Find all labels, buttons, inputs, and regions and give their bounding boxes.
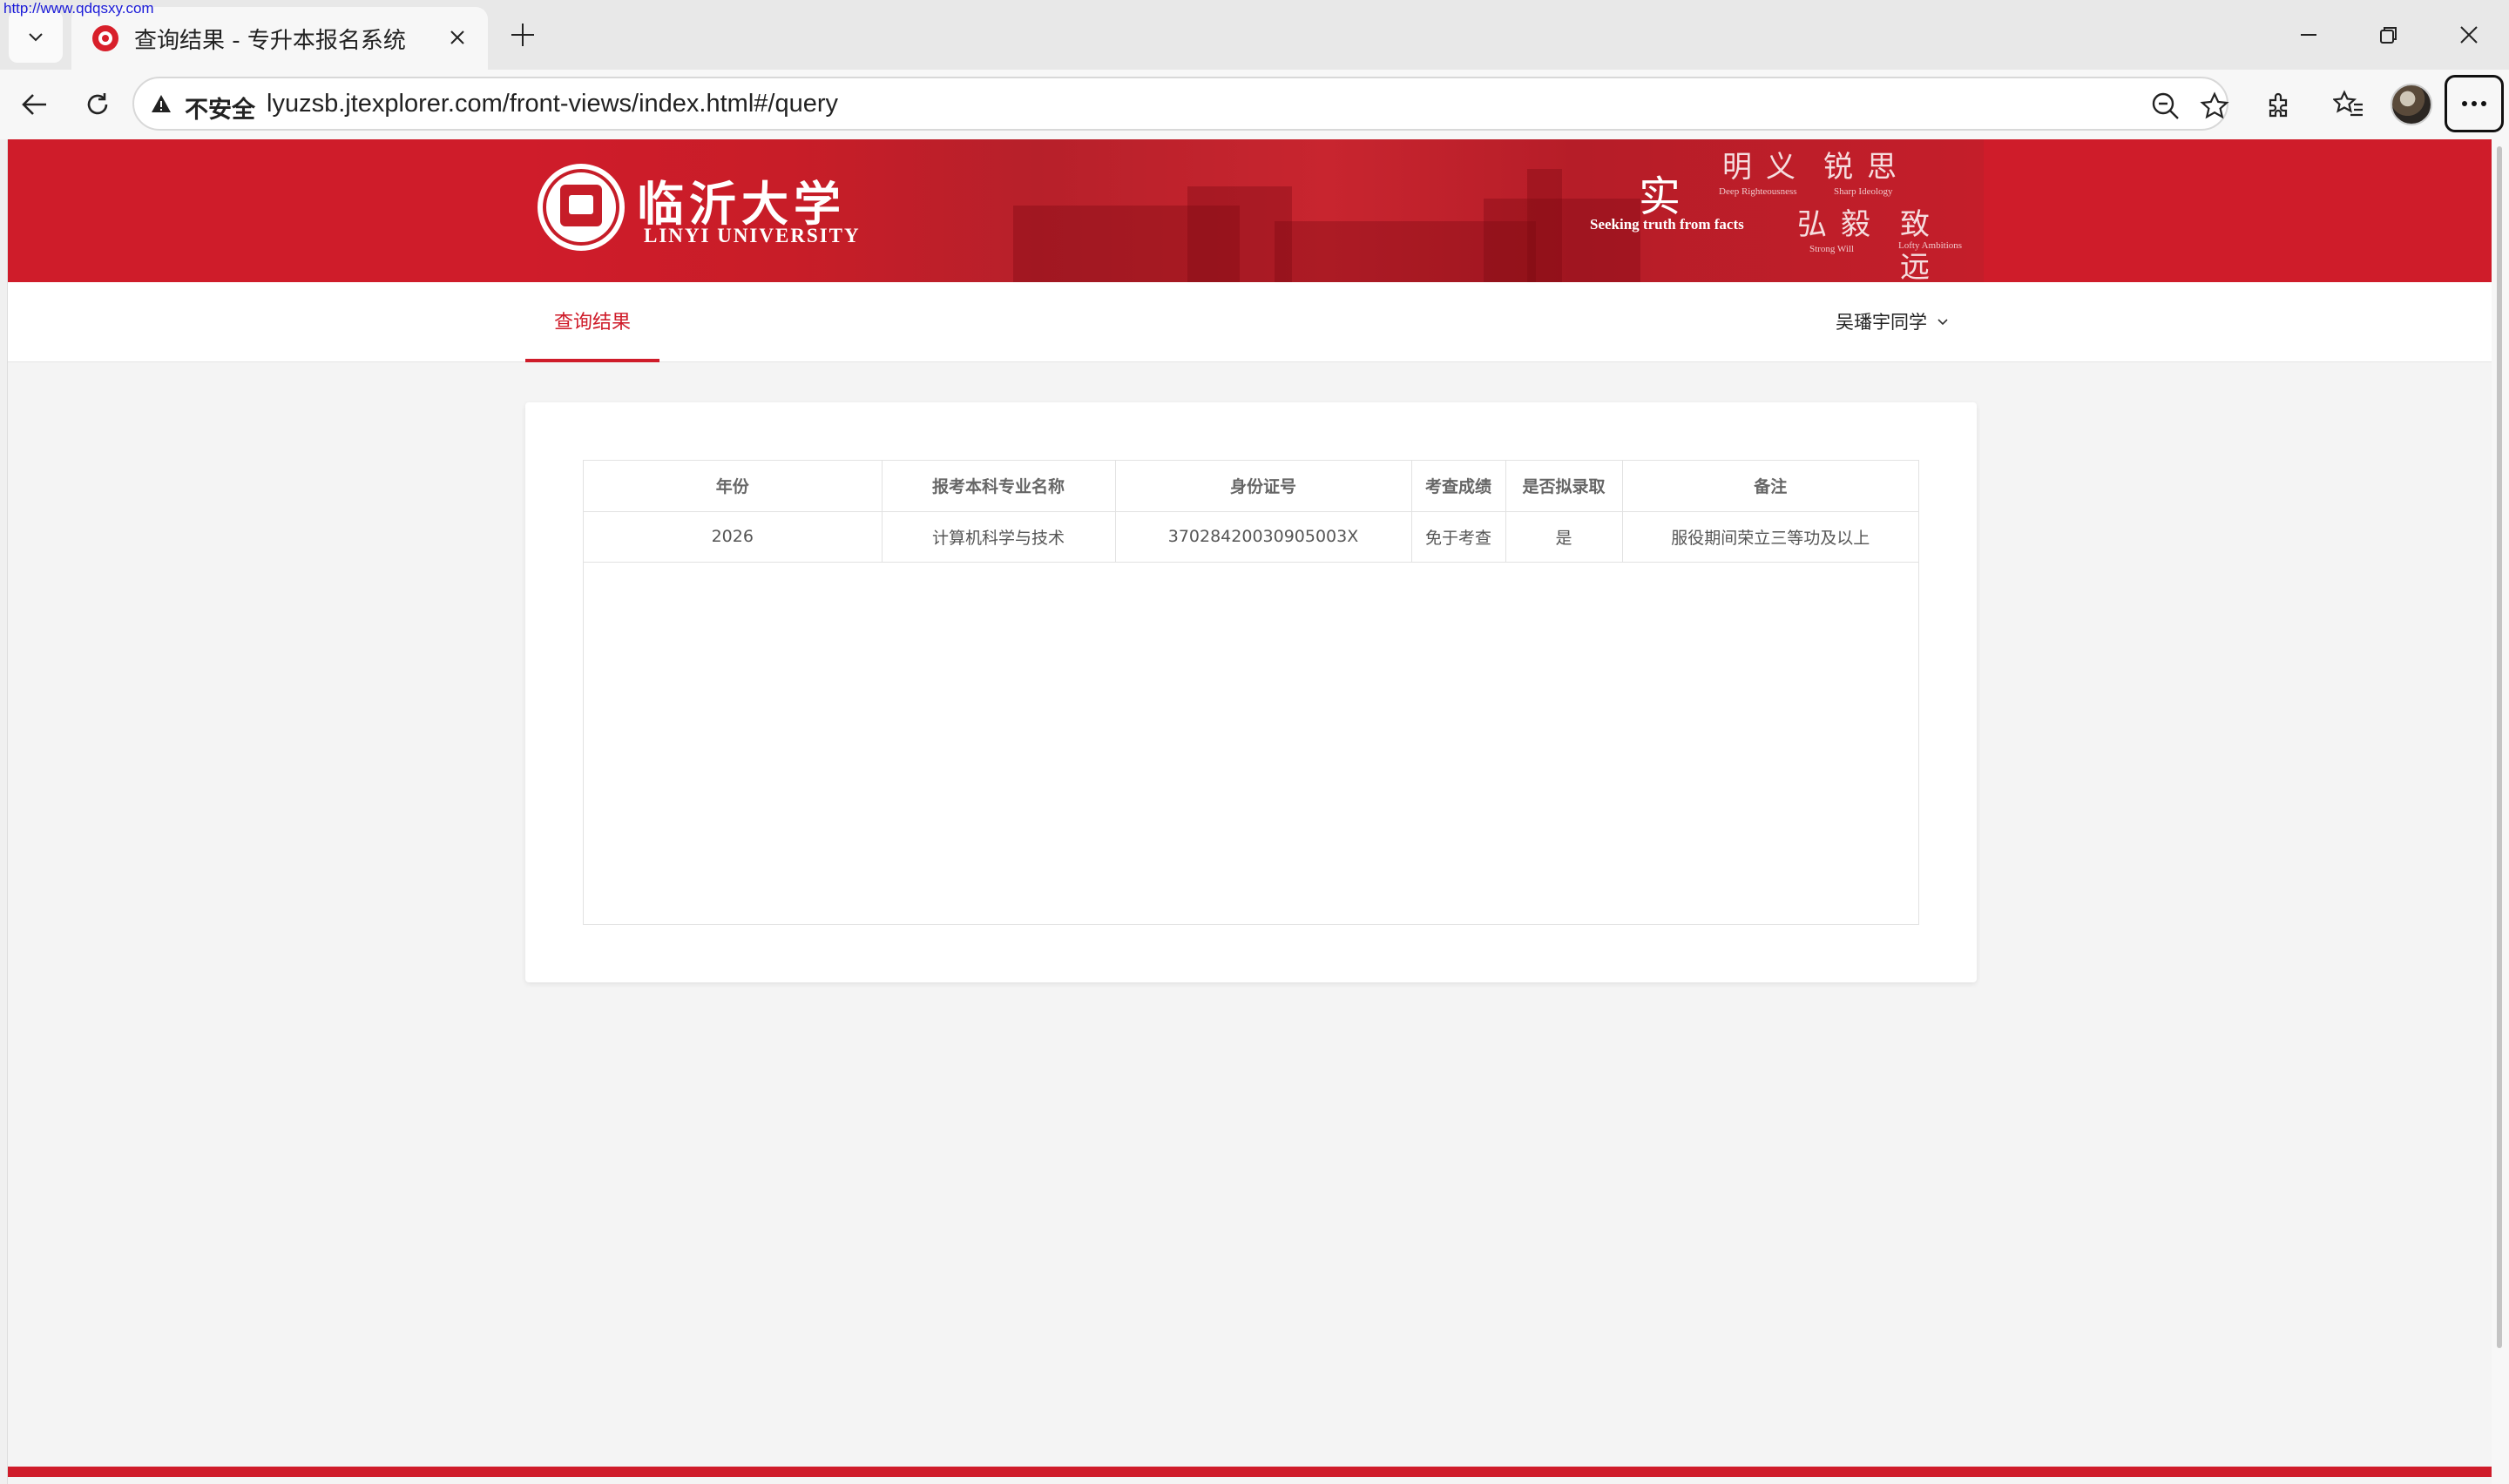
table-header-row: 年份 报考本科专业名称 身份证号 考查成绩 是否拟录取 备注 xyxy=(584,461,1918,512)
motto-2: 锐思 xyxy=(1823,150,1910,185)
page-scrollbar[interactable] xyxy=(2492,139,2509,1484)
close-icon xyxy=(450,30,464,44)
restore-button[interactable] xyxy=(2363,16,2415,54)
logo-english-name: LINYI UNIVERSITY xyxy=(644,225,861,246)
user-menu[interactable]: 吴璠宇同学 xyxy=(1836,308,1950,334)
more-options-button[interactable] xyxy=(2445,75,2504,132)
cell-remarks: 服役期间荣立三等功及以上 xyxy=(1622,511,1918,563)
motto-main: 实 xyxy=(1639,172,1681,221)
col-header-id-number: 身份证号 xyxy=(1115,461,1412,512)
tab-title: 查询结果 - 专升本报名系统 xyxy=(134,27,406,54)
results-table: 年份 报考本科专业名称 身份证号 考查成绩 是否拟录取 备注 2026 计算机科… xyxy=(584,461,1918,563)
cell-score: 免于考查 xyxy=(1411,511,1506,563)
minimize-button[interactable] xyxy=(2282,16,2335,54)
browser-tab-bar: 查询结果 - 专升本报名系统 xyxy=(0,0,2509,70)
cell-year: 2026 xyxy=(584,511,883,563)
watermark-url: http://www.qdqsxy.com xyxy=(3,0,154,17)
user-name: 吴璠宇同学 xyxy=(1836,312,1927,333)
tab-query-results[interactable]: 查询结果 xyxy=(525,282,659,362)
banner-image: 临沂大学 LINYI UNIVERSITY 实 Seeking truth fr… xyxy=(525,139,1984,282)
motto-1: 明义 xyxy=(1722,150,1809,185)
reload-button[interactable] xyxy=(77,84,118,125)
arrow-left-icon xyxy=(22,94,46,115)
close-window-button[interactable] xyxy=(2443,16,2495,54)
tab-close-button[interactable] xyxy=(443,23,472,52)
motto-1-english: Deep Righteousness xyxy=(1719,186,1797,197)
motto-3: 弘毅 xyxy=(1797,207,1884,242)
url-text[interactable]: lyuzsb.jtexplorer.com/front-views/index.… xyxy=(267,90,838,118)
cell-admitted: 是 xyxy=(1505,511,1623,563)
motto-3-english: Strong Will xyxy=(1809,244,1854,254)
chevron-down-icon xyxy=(29,33,43,42)
scrollbar-thumb[interactable] xyxy=(2497,146,2502,1348)
motto-main-english: Seeking truth from facts xyxy=(1590,216,1744,233)
col-header-major: 报考本科专业名称 xyxy=(882,461,1116,512)
results-table-container: 年份 报考本科专业名称 身份证号 考查成绩 是否拟录取 备注 2026 计算机科… xyxy=(583,460,1919,925)
table-row: 2026 计算机科学与技术 37028420030905003X 免于考查 是 … xyxy=(584,511,1918,563)
extensions-icon[interactable] xyxy=(2258,84,2300,125)
favorites-list-icon[interactable] xyxy=(2328,84,2370,125)
sub-navigation: 查询结果 吴璠宇同学 xyxy=(8,282,2492,362)
close-icon xyxy=(2460,26,2478,44)
chevron-down-icon xyxy=(1936,314,1950,328)
col-header-remarks: 备注 xyxy=(1622,461,1918,512)
motto-2-english: Sharp Ideology xyxy=(1834,186,1893,197)
restore-icon xyxy=(2380,27,2397,44)
browser-toolbar: 不安全 lyuzsb.jtexplorer.com/front-views/in… xyxy=(0,70,2509,139)
col-header-score: 考查成绩 xyxy=(1411,461,1506,512)
university-favicon-icon xyxy=(92,25,118,51)
motto-4-english: Lofty Ambitions xyxy=(1898,240,1963,251)
profile-avatar[interactable] xyxy=(2391,84,2432,125)
footer-bar xyxy=(8,1467,2492,1477)
university-seal-logo xyxy=(538,164,625,251)
warning-icon[interactable] xyxy=(150,92,172,115)
favorite-star-icon[interactable] xyxy=(2197,89,2232,124)
zoom-out-icon[interactable] xyxy=(2148,89,2183,124)
plus-icon xyxy=(511,24,534,46)
web-page: 临沂大学 LINYI UNIVERSITY 实 Seeking truth fr… xyxy=(7,139,2492,1484)
ellipsis-icon xyxy=(2462,101,2486,106)
col-header-year: 年份 xyxy=(584,461,883,512)
reload-icon xyxy=(87,93,108,115)
security-label[interactable]: 不安全 xyxy=(185,91,255,125)
col-header-admitted: 是否拟录取 xyxy=(1505,461,1623,512)
new-tab-button[interactable] xyxy=(505,17,540,52)
minimize-icon xyxy=(2301,34,2316,36)
results-card: 年份 报考本科专业名称 身份证号 考查成绩 是否拟录取 备注 2026 计算机科… xyxy=(525,402,1977,982)
cell-id-number: 37028420030905003X xyxy=(1115,511,1412,563)
tab-list-button[interactable] xyxy=(9,10,63,63)
cell-major: 计算机科学与技术 xyxy=(882,511,1116,563)
header-banner: 临沂大学 LINYI UNIVERSITY 实 Seeking truth fr… xyxy=(8,139,2492,282)
address-bar[interactable]: 不安全 lyuzsb.jtexplorer.com/front-views/in… xyxy=(132,77,2229,131)
back-button[interactable] xyxy=(14,84,56,125)
